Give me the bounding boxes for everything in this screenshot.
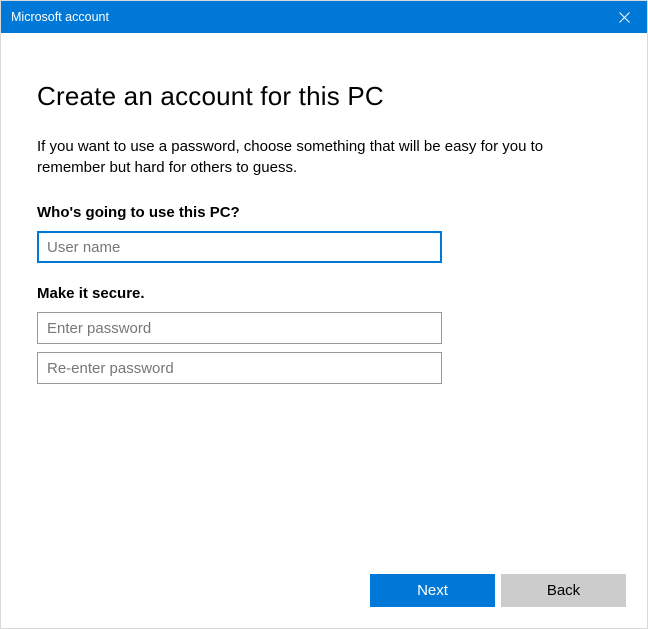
password-input[interactable] [37,312,442,344]
window-title: Microsoft account [11,10,109,24]
next-button[interactable]: Next [370,574,495,607]
user-section-label: Who's going to use this PC? [37,204,611,221]
close-icon [619,12,630,23]
username-input[interactable] [37,231,442,263]
close-button[interactable] [601,1,647,33]
page-subtext: If you want to use a password, choose so… [37,136,611,178]
reenter-password-input[interactable] [37,352,442,384]
page-title: Create an account for this PC [37,81,611,112]
titlebar: Microsoft account [1,1,647,33]
back-button[interactable]: Back [501,574,626,607]
content-area: Create an account for this PC If you wan… [1,33,647,384]
footer-buttons: Next Back [370,574,626,607]
secure-section-label: Make it secure. [37,285,611,302]
